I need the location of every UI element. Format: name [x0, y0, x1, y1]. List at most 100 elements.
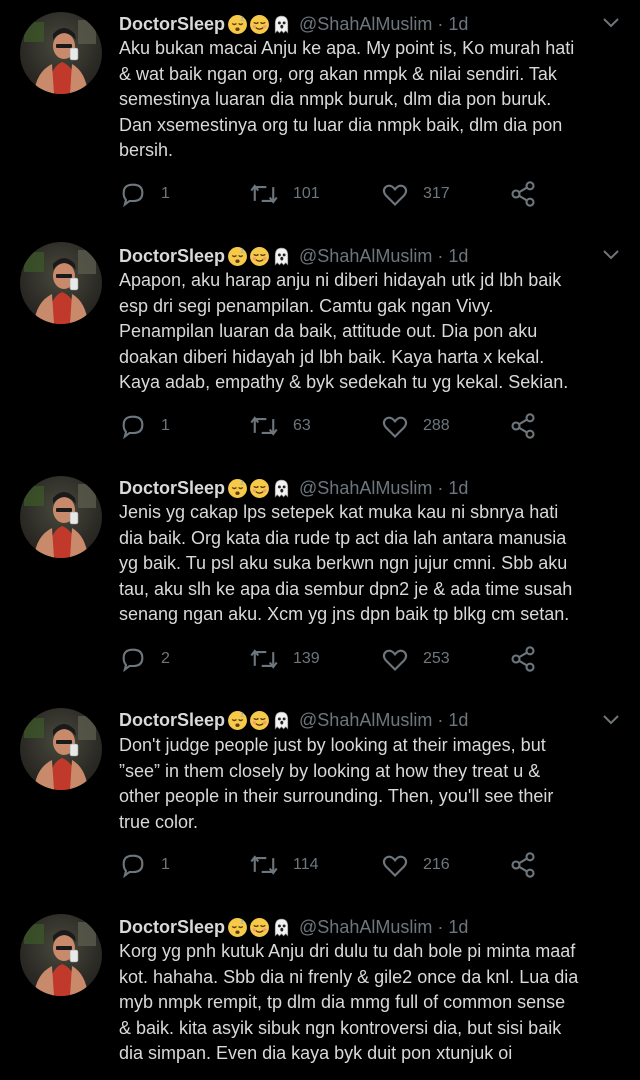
- like-count: 253: [423, 650, 450, 667]
- tweet-text-line: esp dri segi penampilan. Camtu gak ngan …: [119, 295, 494, 316]
- tweet-text: Aku bukan macai Anju ke apa. My point is…: [119, 36, 624, 164]
- retweet-button[interactable]: 63: [249, 411, 311, 441]
- sleeping-face-icon: z: [228, 246, 247, 266]
- user-handle[interactable]: @ShahAlMuslim: [299, 478, 432, 499]
- reply-count: 1: [161, 185, 170, 202]
- tweet-text-line: Apapon, aku harap anju ni diberi hidayah…: [119, 270, 562, 290]
- display-name[interactable]: DoctorSleep: [119, 917, 225, 938]
- retweet-icon: [250, 855, 278, 875]
- separator-dot: ·: [437, 916, 444, 937]
- timestamp[interactable]: 1d: [448, 478, 468, 499]
- relieved-face-icon: [250, 478, 269, 498]
- avatar[interactable]: [20, 914, 102, 996]
- tweet-text: Jenis yg cakap lps setepek kat muka kau …: [119, 500, 624, 628]
- avatar[interactable]: [20, 12, 102, 94]
- tweet-actions: 1 63 288: [119, 411, 539, 441]
- tweet-text: Don't judge people just by looking at th…: [119, 733, 624, 835]
- tweet-text-line: Penampilan luaran da baik, attitude out.…: [119, 321, 538, 342]
- like-count: 216: [423, 856, 450, 873]
- relieved-face-icon: [250, 14, 269, 34]
- timestamp[interactable]: 1d: [448, 710, 468, 731]
- share-button[interactable]: [509, 179, 537, 209]
- ghost-icon: [274, 15, 289, 34]
- reply-button[interactable]: 1: [119, 411, 170, 441]
- like-icon: [382, 649, 408, 671]
- ghost-icon: [274, 711, 289, 730]
- tweet-text-line: myb nmpk rempit, tp dlm dia mmg full of …: [119, 992, 566, 1013]
- tweet-header: DoctorSleep z @ShahAlMuslim · 1d: [119, 11, 468, 37]
- user-handle[interactable]: @ShahAlMuslim: [299, 246, 432, 267]
- reply-button[interactable]: 1: [119, 850, 170, 880]
- reply-icon: [122, 415, 144, 440]
- relieved-face-icon: [250, 246, 269, 266]
- timestamp[interactable]: 1d: [448, 14, 468, 35]
- display-name[interactable]: DoctorSleep: [119, 478, 225, 499]
- like-icon: [382, 416, 408, 438]
- like-button[interactable]: 216: [381, 850, 450, 880]
- user-handle[interactable]: @ShahAlMuslim: [299, 14, 432, 35]
- ghost-icon: [274, 247, 289, 266]
- tweet-header: DoctorSleep z @ShahAlMuslim · 1d: [119, 243, 468, 269]
- name-emojis: z: [227, 246, 293, 267]
- avatar[interactable]: [20, 708, 102, 790]
- retweet-button[interactable]: 139: [249, 644, 320, 674]
- display-name[interactable]: DoctorSleep: [119, 710, 225, 731]
- like-button[interactable]: 253: [381, 644, 450, 674]
- relieved-face-icon: [250, 710, 269, 730]
- like-button[interactable]: 317: [381, 179, 450, 209]
- display-name[interactable]: DoctorSleep: [119, 14, 225, 35]
- tweet-actions: 1 114 216: [119, 850, 539, 880]
- like-button[interactable]: 288: [381, 411, 450, 441]
- tweet-text-line: yg baik. Tu psl aku suka berkwn ngn juju…: [119, 553, 568, 574]
- tweet-actions: 1 101 317: [119, 179, 539, 209]
- user-handle[interactable]: @ShahAlMuslim: [299, 710, 432, 731]
- chevron-down-icon[interactable]: [602, 248, 620, 262]
- chevron-down-icon[interactable]: [602, 713, 620, 727]
- timestamp[interactable]: 1d: [448, 917, 468, 938]
- timestamp[interactable]: 1d: [448, 246, 468, 267]
- separator-dot: ·: [437, 13, 444, 34]
- name-emojis: z: [227, 917, 293, 938]
- share-icon: [511, 852, 535, 878]
- retweet-icon: [250, 649, 278, 669]
- retweet-count: 63: [293, 417, 311, 434]
- share-button[interactable]: [509, 411, 537, 441]
- tweet-actions: 2 139 253: [119, 644, 539, 674]
- reply-button[interactable]: 1: [119, 179, 170, 209]
- tweet-text-line: dia simpan. Even dia kaya byk duit pon x…: [119, 1043, 513, 1064]
- like-icon: [382, 855, 408, 877]
- share-button[interactable]: [509, 850, 537, 880]
- like-icon: [382, 184, 408, 206]
- tweet-text-line: Don't judge people just by looking at th…: [119, 735, 546, 755]
- reply-icon: [122, 648, 144, 673]
- user-handle[interactable]: @ShahAlMuslim: [299, 917, 432, 938]
- reply-count: 1: [161, 417, 170, 434]
- tweet-text-line: other people in their surrounding. Then,…: [119, 786, 554, 807]
- separator-dot: ·: [437, 477, 444, 498]
- name-emojis: z: [227, 14, 293, 35]
- retweet-button[interactable]: 101: [249, 179, 320, 209]
- avatar[interactable]: [20, 242, 102, 324]
- reply-count: 2: [161, 650, 170, 667]
- share-button[interactable]: [509, 644, 537, 674]
- retweet-count: 114: [293, 856, 319, 873]
- avatar[interactable]: [20, 476, 102, 558]
- retweet-count: 139: [293, 650, 320, 667]
- reply-icon: [122, 183, 144, 208]
- tweet-text-line: semestinya luaran dia nmpk buruk, dlm di…: [119, 89, 552, 110]
- tweet-text: Korg yg pnh kutuk Anju dri dulu tu dah b…: [119, 939, 624, 1067]
- tweet-text-line: Aku bukan macai Anju ke apa. My point is…: [119, 38, 575, 58]
- tweet-text-line: & baik. kita asyik sibuk ngn kontroversi…: [119, 1017, 562, 1038]
- display-name[interactable]: DoctorSleep: [119, 246, 225, 267]
- share-icon: [511, 646, 535, 672]
- tweet-text-line: bersih.: [119, 140, 174, 161]
- retweet-button[interactable]: 114: [249, 850, 319, 880]
- tweet-text-line: Dan xsemestinya org tu luar dia nmpk bai…: [119, 114, 563, 135]
- reply-count: 1: [161, 856, 170, 873]
- relieved-face-icon: [250, 917, 269, 937]
- tweet-text-line: & wat baik ngan org, org akan nmpk & nil…: [119, 63, 557, 84]
- tweet-header: DoctorSleep z @ShahAlMuslim · 1d: [119, 707, 468, 733]
- reply-button[interactable]: 2: [119, 644, 170, 674]
- chevron-down-icon[interactable]: [602, 16, 620, 30]
- tweet-text-line: Kaya adab, empathy & byk sedekah tu yg k…: [119, 372, 569, 393]
